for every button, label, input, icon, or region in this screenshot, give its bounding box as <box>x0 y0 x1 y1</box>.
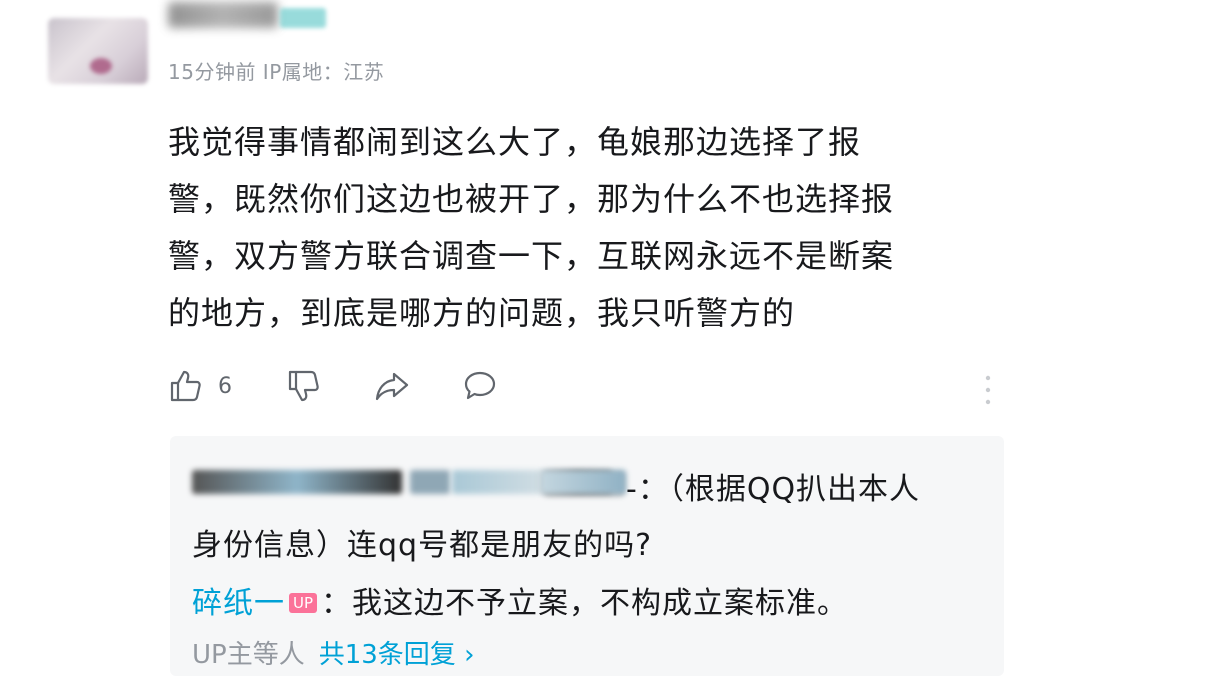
comment-line: 我觉得事情都闹到这么大了，龟娘那边选择了报 <box>168 123 862 161</box>
reply-username-blurred[interactable] <box>192 470 402 494</box>
reply-username-blurred-segment <box>452 470 542 494</box>
comment-bubble-icon <box>464 371 496 400</box>
reply-username[interactable]: 碎纸一 <box>192 586 285 621</box>
comment-actions: 6 <box>168 368 1008 412</box>
reply-text: ：我这边不予立案，不构成立案标准。 <box>321 586 849 621</box>
reply-button[interactable] <box>462 368 498 404</box>
comment-line: 警，既然你们这边也被开了，那为什么不也选择报 <box>168 180 895 218</box>
replies-panel: -：（根据QQ扒出本人 身份信息）连qq号都是朋友的吗? 碎纸一 UP ：我这边不予… <box>170 436 1004 676</box>
reply-text: 身份信息）连qq号都是朋友的吗? <box>192 528 653 563</box>
username-blurred[interactable] <box>168 2 278 28</box>
reply-text: -：（根据QQ扒出本人 <box>626 472 921 507</box>
like-button[interactable]: 6 <box>168 368 232 404</box>
thumbs-up-icon <box>170 370 201 402</box>
reply-summary-prefix: UP主等人 <box>192 640 305 670</box>
view-all-replies-link[interactable]: UP主等人 共13条回复 › <box>192 634 474 671</box>
more-options-icon[interactable] <box>984 374 992 410</box>
comment-line: 的地方，到底是哪方的问题，我只听警方的 <box>168 294 796 332</box>
comment-text: 我觉得事情都闹到这么大了，龟娘那边选择了报 警，既然你们这边也被开了，那为什么不… <box>168 114 988 342</box>
comment-line: 警，双方警方联合调查一下，互联网永远不是断案 <box>168 237 895 275</box>
reply-count-link[interactable]: 共13条回复 › <box>319 640 475 670</box>
avatar-detail <box>90 58 112 74</box>
share-button[interactable] <box>374 368 410 404</box>
share-icon <box>375 372 409 401</box>
dislike-button[interactable] <box>286 368 322 404</box>
up-badge: UP <box>289 592 318 613</box>
reply-username-blurred-segment <box>410 470 450 494</box>
reply-mention-blurred <box>540 470 626 494</box>
avatar[interactable] <box>48 18 148 84</box>
like-count: 6 <box>218 373 232 399</box>
thumbs-down-icon <box>288 370 319 402</box>
reply-item[interactable]: 碎纸一 UP ：我这边不予立案，不构成立案标准。 <box>192 578 848 622</box>
level-badge <box>280 8 326 28</box>
comment-meta: 15分钟前 IP属地：江苏 <box>168 60 385 84</box>
